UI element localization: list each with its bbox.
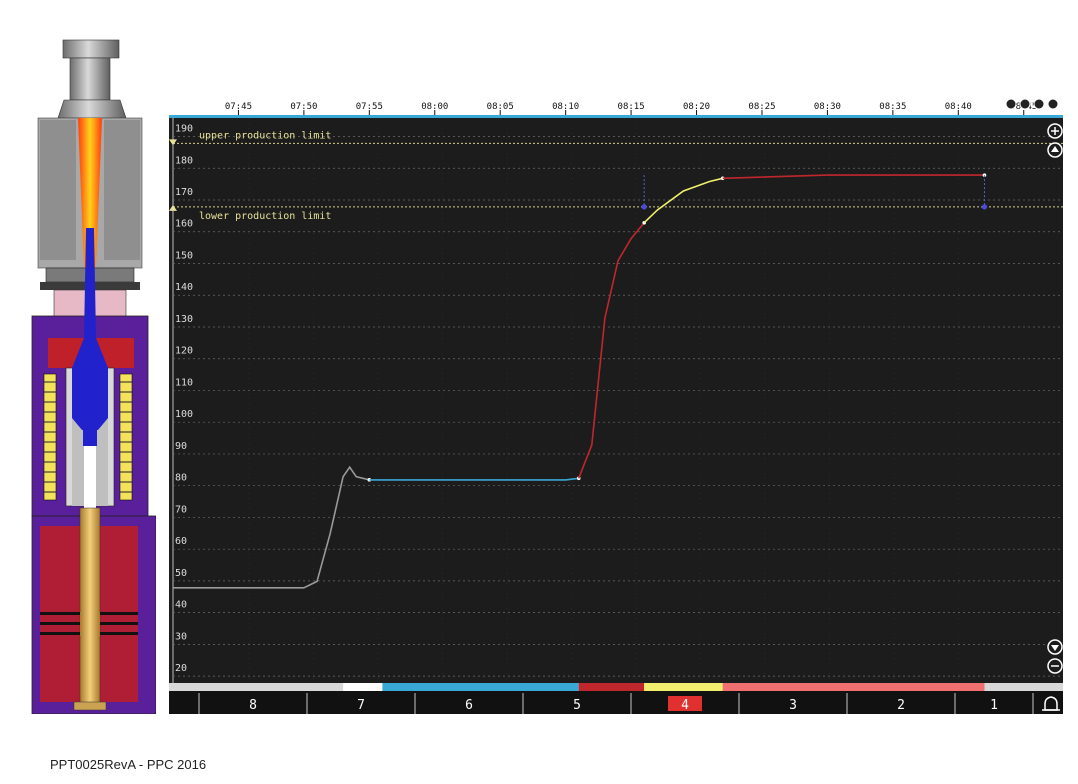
x-tick-label: 08:35 — [879, 102, 906, 112]
tab-7[interactable]: 7 — [357, 698, 365, 713]
y-tick-label: 60 — [175, 536, 187, 547]
tab-strip — [169, 691, 1063, 714]
x-tick-label: 08:25 — [748, 102, 775, 112]
x-tick-label: 08:00 — [421, 102, 448, 112]
y-tick-label: 170 — [175, 187, 193, 198]
tab-5[interactable]: 5 — [573, 698, 581, 713]
zoom-out-icon[interactable] — [1047, 658, 1063, 674]
y-tick-label: 130 — [175, 314, 193, 325]
y-tick-label: 40 — [175, 600, 187, 611]
tab-8[interactable]: 8 — [249, 698, 257, 713]
trend-chart[interactable]: 07:45 07:50 07:55 08:00 08:05 08:10 08:15 08:20… — [169, 98, 1063, 714]
footer-note: PPT0025RevA - PPC 2016 — [50, 757, 207, 772]
y-tick-label: 80 — [175, 473, 187, 484]
y-tick-label: 100 — [175, 409, 193, 420]
tab-2[interactable]: 2 — [897, 698, 905, 713]
time-axis-underline — [169, 115, 1063, 118]
timeline-segment — [382, 683, 579, 691]
y-tick-label: 190 — [175, 124, 193, 135]
x-tick-label: 08:30 — [814, 102, 841, 112]
timeline-segment — [644, 683, 723, 691]
x-tick-label: 08:40 — [945, 102, 972, 112]
x-tick-label: 08:20 — [683, 102, 710, 112]
timeline-segment — [173, 683, 344, 691]
trend-chart-window[interactable]: 07:45 07:50 07:55 08:00 08:05 08:10 08:15 08:20… — [169, 98, 1063, 714]
y-tick-label: 120 — [175, 346, 193, 357]
plot-area — [169, 118, 1063, 688]
marker-point — [641, 204, 647, 210]
y-tick-label: 50 — [175, 568, 187, 579]
tab-4[interactable]: 4 — [681, 698, 689, 713]
x-tick-label: 08:10 — [552, 102, 579, 112]
timeline-bar — [173, 683, 985, 691]
tab-6[interactable]: 6 — [465, 698, 473, 713]
timeline-segment — [343, 683, 383, 691]
x-tick-label: 07:50 — [290, 102, 317, 112]
y-tick-label: 110 — [175, 377, 193, 388]
x-tick-label: 07:45 — [225, 102, 252, 112]
tab-3[interactable]: 3 — [789, 698, 797, 713]
scroll-up-icon[interactable] — [1047, 142, 1063, 158]
y-tick-label: 70 — [175, 504, 187, 515]
x-tick-label: 07:55 — [356, 102, 383, 112]
timeline-segment — [722, 683, 985, 691]
marker-point — [981, 204, 988, 210]
y-tick-label: 180 — [175, 155, 193, 166]
valve-schematic — [30, 38, 156, 714]
y-tick-label: 30 — [175, 631, 187, 642]
y-tick-label: 20 — [175, 663, 187, 674]
zoom-in-icon[interactable] — [1047, 123, 1063, 139]
timeline-segment — [578, 683, 645, 691]
y-tick-label: 90 — [175, 441, 187, 452]
tab-1[interactable]: 1 — [990, 698, 998, 713]
valve-schematic-drawing — [31, 39, 156, 714]
upper-limit-label: upper production limit — [199, 130, 331, 141]
x-tick-label: 08:15 — [618, 102, 645, 112]
y-tick-label: 140 — [175, 282, 193, 293]
x-tick-label: 08:05 — [487, 102, 514, 112]
y-tick-label: 150 — [175, 250, 193, 261]
scroll-down-icon[interactable] — [1047, 639, 1063, 655]
y-tick-label: 160 — [175, 219, 193, 230]
lower-limit-label: lower production limit — [199, 211, 331, 222]
